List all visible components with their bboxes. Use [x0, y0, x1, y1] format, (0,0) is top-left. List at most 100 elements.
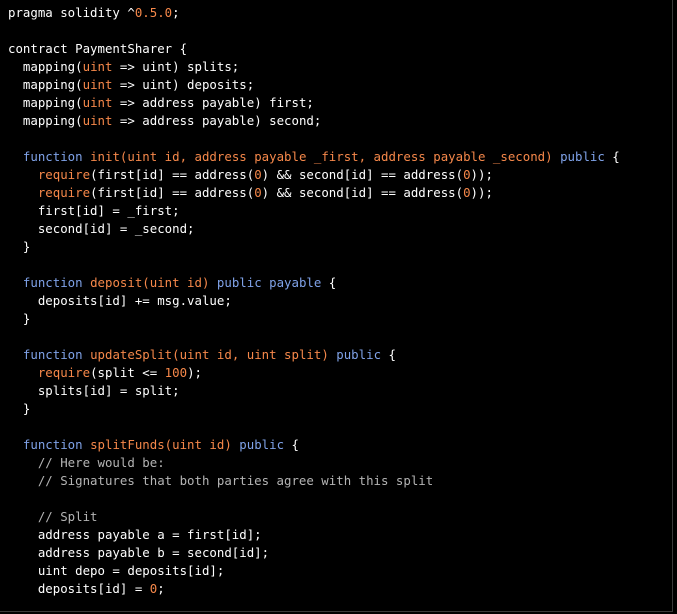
number-token: 0 — [254, 185, 262, 200]
code-text: => address payable) second; — [112, 113, 322, 128]
code-text: ); — [187, 365, 202, 380]
code-line: require(first[id] == address(0) && secon… — [8, 184, 672, 202]
identifier-token: uint — [82, 113, 113, 128]
code-line: function deposit(uint id) public payable… — [8, 274, 672, 292]
code-text: second[id] = _second; — [8, 221, 195, 236]
code-text: } — [8, 401, 31, 416]
code-text: (first[id] == address( — [90, 185, 255, 200]
keyword-token: function — [22, 275, 83, 290]
code-line: deposits[id] = 0; — [8, 580, 672, 598]
code-line: second[id] = _second; — [8, 220, 672, 238]
identifier-token: deposit(uint id) — [90, 275, 210, 290]
number-token: 0.5.0 — [134, 5, 173, 20]
code-line: address payable b = second[id]; — [8, 544, 672, 562]
code-line: require(first[id] == address(0) && secon… — [8, 166, 672, 184]
code-line: } — [8, 400, 672, 418]
keyword-token: function — [22, 437, 83, 452]
code-text: )); — [470, 167, 493, 182]
code-line: // Split — [8, 508, 672, 526]
code-text: contract PaymentSharer { — [8, 41, 188, 56]
code-line: mapping(uint => uint) splits; — [8, 58, 672, 76]
code-text: { — [284, 437, 299, 452]
code-text: (split <= — [90, 365, 165, 380]
number-token: 100 — [164, 365, 188, 380]
identifier-token: require — [37, 185, 91, 200]
identifier-token: uint — [82, 77, 113, 92]
code-line: function init(uint id, address payable _… — [8, 148, 672, 166]
code-line: // Signatures that both parties agree wi… — [8, 472, 672, 490]
identifier-token: init(uint id, address payable _first, ad… — [90, 149, 553, 164]
code-text: => address payable) first; — [112, 95, 314, 110]
code-text: { — [321, 275, 337, 290]
code-line: pragma solidity ^0.5.0; — [8, 4, 672, 22]
code-line: deposits[id] += msg.value; — [8, 292, 672, 310]
code-text: ; — [172, 5, 180, 20]
code-text: ; — [157, 581, 165, 596]
code-text: { — [604, 149, 620, 164]
code-text: mapping( — [8, 59, 83, 74]
number-token: 0 — [463, 167, 471, 182]
code-text: mapping( — [8, 95, 83, 110]
code-text: mapping( — [8, 113, 83, 128]
code-text: uint depo = deposits[id]; — [8, 563, 225, 578]
code-line: function updateSplit(uint id, uint split… — [8, 346, 672, 364]
code-line: // Here would be: — [8, 454, 672, 472]
identifier-token: uint — [82, 95, 113, 110]
code-line: contract PaymentSharer { — [8, 40, 672, 58]
number-token: 0 — [254, 167, 262, 182]
code-line: function splitFunds(uint id) public { — [8, 436, 672, 454]
identifier-token: require — [37, 167, 91, 182]
keyword-token: public — [239, 437, 285, 452]
code-text: mapping( — [8, 77, 83, 92]
code-text: ) && second[id] == address( — [261, 185, 464, 200]
code-editor[interactable]: pragma solidity ^0.5.0; contract PaymentS… — [0, 0, 673, 612]
comment-token: // Here would be: — [8, 455, 165, 470]
identifier-token: require — [37, 365, 91, 380]
identifier-token: updateSplit(uint id, uint split) — [90, 347, 329, 362]
keyword-token: public — [336, 347, 382, 362]
code-text: first[id] = _first; — [8, 203, 180, 218]
code-line: } — [8, 310, 672, 328]
code-line: mapping(uint => uint) deposits; — [8, 76, 672, 94]
number-token: 0 — [463, 185, 471, 200]
code-text: address payable a = first[id]; — [8, 527, 262, 542]
code-line: address payable a = first[id]; — [8, 526, 672, 544]
code-text: )); — [470, 185, 493, 200]
code-line: mapping(uint => address payable) first; — [8, 94, 672, 112]
code-text: } — [8, 311, 31, 326]
code-line: splits[id] = split; — [8, 382, 672, 400]
code-text: ) && second[id] == address( — [261, 167, 464, 182]
keyword-token: public — [560, 149, 605, 164]
code-text: } — [8, 239, 31, 254]
identifier-token: splitFunds(uint id) — [90, 437, 232, 452]
keyword-token: function — [22, 149, 83, 164]
keyword-token: function — [22, 347, 83, 362]
code-text: { — [381, 347, 396, 362]
code-text: deposits[id] += msg.value; — [8, 293, 232, 308]
code-line: require(split <= 100); — [8, 364, 672, 382]
code-line: first[id] = _first; — [8, 202, 672, 220]
code-line: mapping(uint => address payable) second; — [8, 112, 672, 130]
code-text: address payable b = second[id]; — [8, 545, 270, 560]
code-text: (first[id] == address( — [90, 167, 255, 182]
code-line: uint depo = deposits[id]; — [8, 562, 672, 580]
code-line: } — [8, 238, 672, 256]
